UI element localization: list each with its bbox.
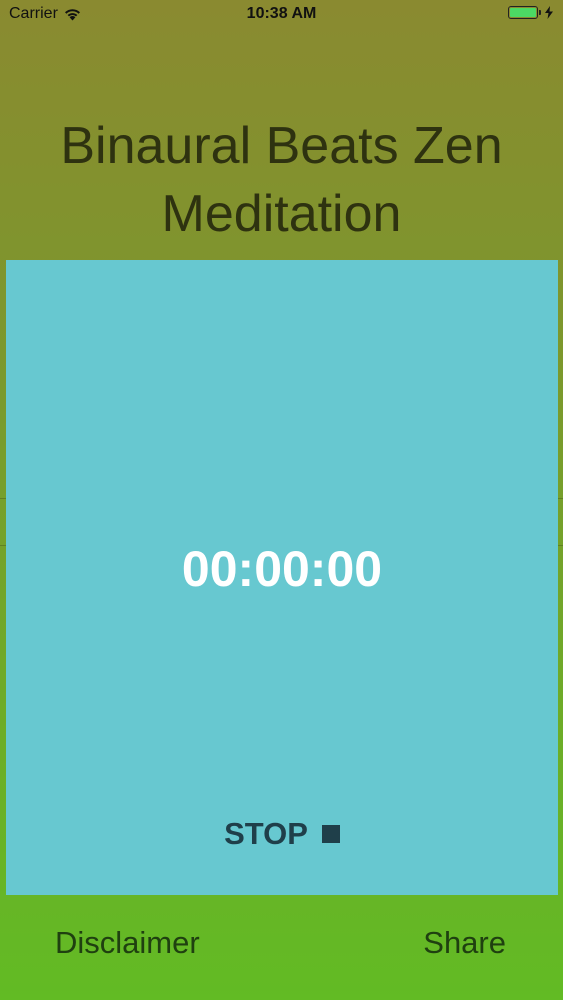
title-line-1: Binaural Beats Zen xyxy=(60,117,503,175)
right-divider-top xyxy=(558,498,563,499)
right-divider-bottom xyxy=(558,545,563,546)
timer-display: 00:00:00 xyxy=(181,541,383,597)
battery-level xyxy=(510,8,536,17)
status-right xyxy=(508,6,553,19)
page-title: Binaural Beats Zen Meditation xyxy=(0,112,563,248)
timer-panel: 00:00:00 STOP xyxy=(6,260,558,895)
charging-bolt-icon xyxy=(545,6,553,19)
disclaimer-button[interactable]: Disclaimer xyxy=(55,925,200,961)
battery-icon xyxy=(508,6,538,19)
title-line-2: Meditation xyxy=(161,185,402,243)
stop-square-icon xyxy=(321,825,340,843)
share-button[interactable]: Share xyxy=(423,925,506,961)
stop-button[interactable]: STOP xyxy=(6,816,558,852)
battery-nub xyxy=(539,10,541,15)
stop-label: STOP xyxy=(224,816,308,851)
bottom-bar: Disclaimer Share xyxy=(0,895,563,1000)
status-time: 10:38 AM xyxy=(246,5,317,22)
status-bar: Carrier 10:38 AM xyxy=(0,0,563,30)
